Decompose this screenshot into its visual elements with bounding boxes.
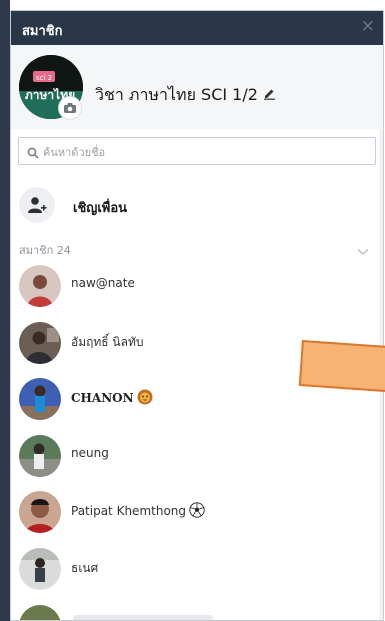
member-row[interactable]: Patipat Khemthong: [11, 487, 383, 544]
page: สมาชิก × sci 2 ภาษาไทย วิชา ภาษาไทย SCI …: [0, 0, 385, 621]
member-name-text: CHANON: [71, 391, 134, 405]
member-row[interactable]: naw@nate: [11, 261, 383, 318]
avatar: [19, 321, 61, 364]
member-name: Patipat Khemthong: [71, 502, 205, 521]
chevron-down-icon[interactable]: [357, 241, 369, 260]
title-bar: สมาชิก ×: [11, 11, 383, 45]
orange-annotation-box: [298, 340, 385, 393]
member-name: naw@nate: [71, 276, 135, 290]
window-title: สมาชิก: [22, 24, 63, 39]
avatar: [19, 547, 61, 590]
member-name: ธเนศ: [71, 560, 99, 575]
avatar: [19, 378, 61, 420]
search-box: [18, 137, 376, 165]
search-icon: [27, 144, 39, 163]
member-name: CHANON: [71, 389, 153, 408]
list-item-placeholder: [73, 615, 213, 620]
group-name: วิชา ภาษาไทย SCI 1/2: [95, 85, 258, 104]
group-header: sci 2 ภาษาไทย วิชา ภาษาไทย SCI 1/2: [11, 45, 383, 129]
invite-friends-label: เชิญเพื่อน: [73, 201, 128, 216]
invite-friends-button[interactable]: เชิญเพื่อน: [11, 181, 383, 229]
pencil-icon[interactable]: [263, 85, 276, 104]
member-name: neung: [71, 445, 109, 460]
member-list: naw@nate อัมฤทธิ์ นิลทับ CHANON neung Pa…: [11, 261, 383, 600]
avatar: [19, 605, 61, 620]
soccer-ball-icon: [189, 502, 205, 521]
close-icon[interactable]: ×: [361, 16, 375, 36]
member-row[interactable]: ธเนศ: [11, 544, 383, 601]
member-name: อัมฤทธิ์ นิลทับ: [71, 334, 144, 349]
avatar: [19, 434, 61, 477]
member-row[interactable]: neung: [11, 431, 383, 488]
camera-icon[interactable]: [59, 97, 81, 119]
member-name-text: Patipat Khemthong: [71, 504, 187, 518]
member-count: สมาชิก 24: [19, 244, 71, 257]
members-panel: สมาชิก × sci 2 ภาษาไทย วิชา ภาษาไทย SCI …: [10, 10, 384, 621]
avatar: [19, 491, 61, 533]
group-avatar-badge: sci 2: [36, 74, 52, 82]
background-edge: [0, 0, 10, 621]
lion-icon: [137, 389, 153, 408]
add-person-icon: [19, 187, 55, 223]
avatar: [19, 265, 61, 307]
search-input[interactable]: [41, 140, 365, 164]
